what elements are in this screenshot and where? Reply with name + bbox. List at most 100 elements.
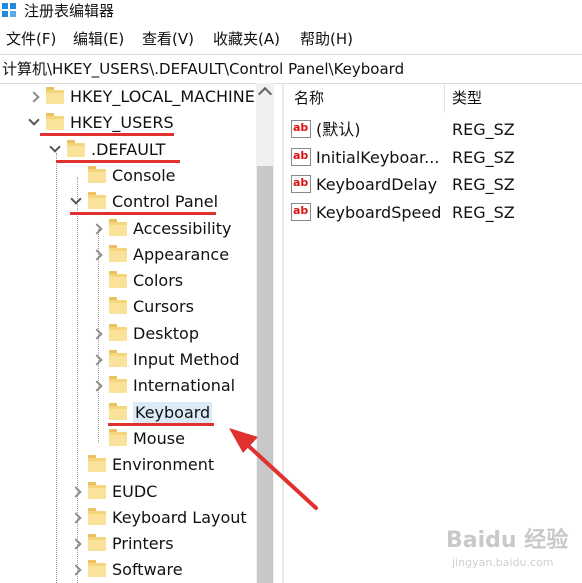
chevron-down-icon[interactable] [49,140,61,153]
chevron-right-icon[interactable] [70,564,82,577]
tree-node-label[interactable]: .DEFAULT [91,139,165,160]
menu-edit[interactable]: 编辑(E) [73,29,124,49]
tree-node-mouse[interactable]: Mouse [0,427,256,451]
tree-node-label[interactable]: Software [112,559,183,580]
tree-node-label[interactable]: Keyboard Layout [112,507,247,528]
tree-node-appearance[interactable]: Appearance [0,243,256,267]
column-separator[interactable] [444,83,445,113]
annotation-underline [40,133,174,137]
tree-node-label[interactable]: Desktop [133,323,199,344]
value-row[interactable]: ab (默认) REG_SZ [284,116,582,142]
registry-key-tree[interactable]: HKEY_LOCAL_MACHINE HKEY_USERS .DEFAULT Cons… [0,83,282,583]
tree-node-label[interactable]: Accessibility [133,218,231,239]
watermark-logo: Baidu 经验 [446,528,569,553]
folder-icon [88,165,106,183]
chevron-right-icon[interactable] [91,354,103,366]
tree-node-software[interactable]: Software [0,558,256,582]
value-name[interactable]: KeyboardDelay [316,174,437,195]
tree-node-environment[interactable]: Environment [0,453,256,477]
tree-node-control-panel[interactable]: Control Panel [0,190,256,214]
menu-file[interactable]: 文件(F) [6,29,56,49]
tree-node-input-method[interactable]: Input Method [0,348,256,372]
tree-node-hkey-local-machine[interactable]: HKEY_LOCAL_MACHINE [0,85,256,109]
folder-icon [88,534,106,552]
menu-view[interactable]: 查看(V) [142,29,194,49]
column-header-name[interactable]: 名称 [294,87,324,109]
tree-node-label[interactable]: Console [112,165,176,186]
annotation-underline [56,159,180,163]
value-type: REG_SZ [452,202,515,222]
chevron-right-icon[interactable] [70,485,82,498]
watermark-url: jingyan.baidu.com [452,556,554,569]
tree-node-label[interactable]: Appearance [133,244,229,265]
folder-icon [88,560,106,578]
value-name[interactable]: InitialKeyboar... [316,147,439,168]
folder-icon [109,323,127,341]
tree-node-international[interactable]: International [0,374,256,398]
tree-node-label[interactable]: Colors [133,270,183,291]
tree-node-colors[interactable]: Colors [0,269,256,293]
column-header-type[interactable]: 类型 [452,87,482,109]
value-type: REG_SZ [452,147,515,167]
folder-icon [88,507,106,525]
tree-node-default[interactable]: .DEFAULT [0,138,256,162]
menu-favorites[interactable]: 收藏夹(A) [213,29,280,49]
folder-icon [88,481,106,499]
tree-node-cursors[interactable]: Cursors [0,295,256,319]
chevron-down-icon[interactable] [70,193,82,205]
chevron-down-icon[interactable] [28,114,40,126]
string-value-icon: ab [291,120,311,138]
tree-node-label[interactable]: Printers [112,533,174,554]
folder-icon [88,455,106,473]
address-path[interactable]: 计算机\HKEY_USERS\.DEFAULT\Control Panel\Ke… [2,59,404,79]
tree-node-keyboard[interactable]: Keyboard [0,401,256,425]
title-bar: 注册表编辑器 [0,0,582,24]
folder-icon [109,428,127,446]
value-name[interactable]: (默认) [316,119,361,140]
address-bar[interactable]: 计算机\HKEY_USERS\.DEFAULT\Control Panel\Ke… [0,54,582,84]
tree-node-console[interactable]: Console [0,164,256,188]
tree-node-label[interactable]: Mouse [133,428,185,449]
menu-help[interactable]: 帮助(H) [300,29,353,49]
folder-icon [109,402,127,420]
chevron-right-icon[interactable] [70,512,82,524]
tree-node-label[interactable]: EUDC [112,481,157,502]
tree-node-label[interactable]: Cursors [133,296,194,317]
tree-node-desktop[interactable]: Desktop [0,322,256,346]
annotation-underline [108,422,214,426]
chevron-right-icon[interactable] [91,328,103,340]
chevron-right-icon[interactable] [91,249,103,261]
chevron-right-icon[interactable] [28,91,40,103]
value-row[interactable]: ab InitialKeyboar... REG_SZ [284,144,582,170]
value-name[interactable]: KeyboardSpeed [316,202,441,223]
tree-node-hkey-users[interactable]: HKEY_USERS [0,111,256,135]
tree-node-label[interactable]: Keyboard [133,401,213,423]
tree-node-accessibility[interactable]: Accessibility [0,217,256,241]
tree-node-keyboard-layout[interactable]: Keyboard Layout [0,506,256,530]
tree-node-eudc[interactable]: EUDC [0,480,256,504]
values-list: 名称 类型 ab (默认) REG_SZ ab InitialKeyboar... REG… [284,83,582,583]
tree-node-label[interactable]: Input Method [133,349,240,370]
ab-glyph: ab [293,203,309,217]
scroll-up-arrow-icon[interactable] [257,86,273,102]
folder-icon [109,350,127,367]
value-row[interactable]: ab KeyboardDelay REG_SZ [284,171,582,197]
annotation-underline [70,212,216,216]
chevron-right-icon[interactable] [91,222,103,235]
chevron-right-icon[interactable] [91,380,103,392]
string-value-icon: ab [291,202,311,221]
tree-node-label[interactable]: Environment [112,454,214,475]
scroll-thumb[interactable] [257,166,273,583]
chevron-right-icon[interactable] [70,538,82,550]
tree-scrollbar[interactable] [256,83,274,583]
tree-node-label[interactable]: HKEY_USERS [70,112,174,133]
tree-node-label[interactable]: HKEY_LOCAL_MACHINE [70,86,255,107]
value-row[interactable]: ab KeyboardSpeed REG_SZ [284,199,582,225]
registry-editor-icon [2,3,18,19]
ab-glyph: ab [293,148,309,162]
tree-node-label[interactable]: Control Panel [112,191,218,212]
window-title: 注册表编辑器 [24,2,115,20]
folder-icon [109,297,127,315]
tree-node-label[interactable]: International [133,375,235,396]
tree-node-printers[interactable]: Printers [0,532,256,556]
